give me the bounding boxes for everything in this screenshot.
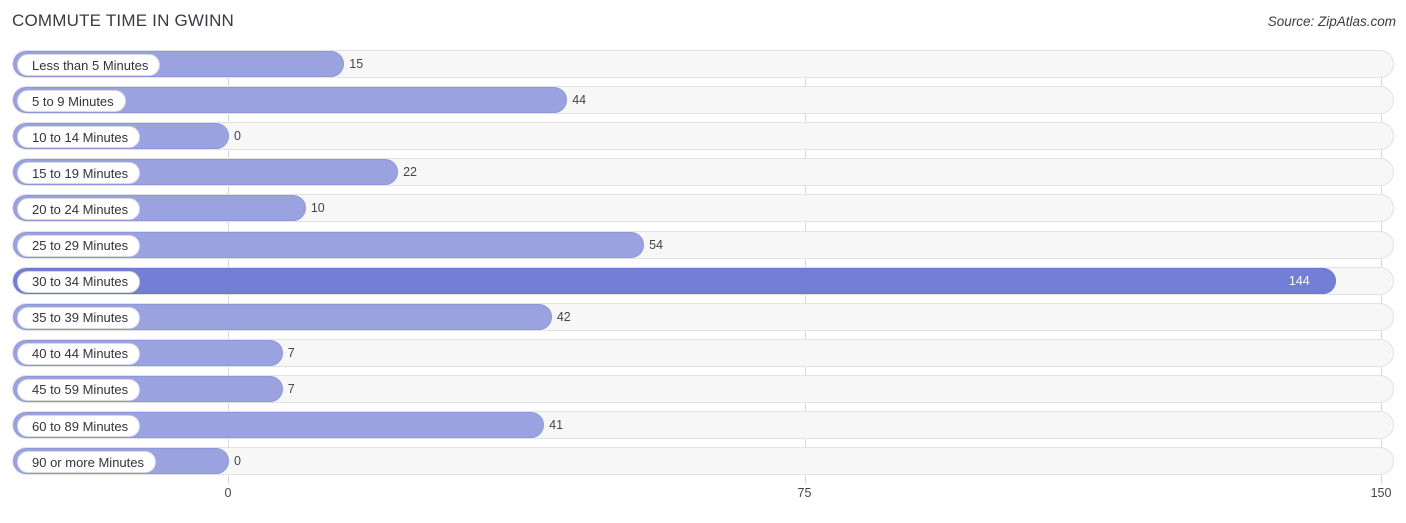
category-label-text: 35 to 39 Minutes bbox=[32, 310, 129, 326]
category-label: Less than 5 Minutes bbox=[17, 54, 161, 76]
category-label: 10 to 14 Minutes bbox=[17, 126, 141, 149]
category-label-text: 5 to 9 Minutes bbox=[32, 93, 114, 109]
chart-row: 40 to 44 Minutes bbox=[12, 338, 1394, 367]
category-label: 15 to 19 Minutes bbox=[17, 162, 141, 185]
category-label-text: 15 to 19 Minutes bbox=[32, 165, 129, 181]
category-label: 25 to 29 Minutes bbox=[17, 234, 141, 257]
category-label: 5 to 9 Minutes bbox=[17, 90, 126, 113]
category-label: 20 to 24 Minutes bbox=[17, 198, 141, 221]
category-label: 90 or more Minutes bbox=[17, 451, 156, 474]
chart-row: 35 to 39 Minutes bbox=[12, 302, 1394, 331]
bar-value-label: 7 bbox=[287, 345, 295, 360]
category-label-text: 20 to 24 Minutes bbox=[32, 201, 129, 217]
category-label: 30 to 34 Minutes bbox=[17, 270, 141, 293]
chart-plot-area: Less than 5 Minutes 15 5 to 9 Minutes 44 10 … bbox=[12, 50, 1394, 484]
category-label-text: 40 to 44 Minutes bbox=[32, 346, 129, 362]
bar-value-label: 144 bbox=[1288, 273, 1310, 288]
category-label-text: 25 to 29 Minutes bbox=[32, 238, 129, 253]
category-label-text: Less than 5 Minutes bbox=[32, 57, 149, 73]
bar-value-label: 0 bbox=[234, 454, 241, 469]
category-label-text: 90 or more Minutes bbox=[32, 454, 144, 470]
bar-value-label: 10 bbox=[310, 201, 325, 216]
bar-value-label: 0 bbox=[234, 129, 241, 144]
chart-row: 25 to 29 Minutes bbox=[12, 230, 1394, 259]
bar-value-label: 44 bbox=[572, 93, 587, 108]
category-label-text: 30 to 34 Minutes bbox=[32, 274, 129, 290]
chart-row: 20 to 24 Minutes bbox=[12, 194, 1394, 223]
category-label: 60 to 89 Minutes bbox=[17, 415, 141, 437]
category-label-text: 10 to 14 Minutes bbox=[32, 129, 129, 145]
x-axis-tick: 75 bbox=[797, 486, 812, 500]
chart-row: 90 or more Minutes bbox=[12, 447, 1394, 476]
x-axis-tick: 0 bbox=[224, 486, 232, 500]
bar-value-label: 22 bbox=[403, 165, 417, 180]
bar-value-label: 15 bbox=[349, 57, 364, 71]
chart-row: 45 to 59 Minutes bbox=[12, 374, 1394, 403]
chart-row: 5 to 9 Minutes bbox=[12, 86, 1394, 115]
chart-row: Less than 5 Minutes bbox=[12, 50, 1394, 78]
category-label: 35 to 39 Minutes bbox=[17, 306, 141, 329]
chart-row: 10 to 14 Minutes bbox=[12, 122, 1394, 151]
category-label-text: 60 to 89 Minutes bbox=[32, 418, 129, 434]
source-attribution: Source: ZipAtlas.com bbox=[1267, 14, 1396, 29]
chart-row: 30 to 34 Minutes bbox=[12, 266, 1394, 295]
chart-page: COMMUTE TIME IN GWINN Source: ZipAtlas.c… bbox=[0, 0, 1406, 523]
category-label: 40 to 44 Minutes bbox=[17, 342, 141, 365]
category-label: 45 to 59 Minutes bbox=[17, 378, 141, 401]
chart-row: 15 to 19 Minutes bbox=[12, 158, 1394, 187]
bar bbox=[13, 267, 1336, 294]
page-title: COMMUTE TIME IN GWINN bbox=[12, 11, 235, 30]
category-label-text: 45 to 59 Minutes bbox=[32, 382, 129, 398]
chart-row: 60 to 89 Minutes bbox=[12, 411, 1394, 439]
bar-value-label: 41 bbox=[549, 418, 564, 432]
x-axis: 0 75 150 bbox=[12, 486, 1394, 506]
bar-value-label: 54 bbox=[649, 237, 663, 252]
bar-value-label: 42 bbox=[556, 309, 571, 324]
bar-value-label: 7 bbox=[287, 381, 295, 396]
x-axis-tick: 150 bbox=[1370, 486, 1392, 500]
